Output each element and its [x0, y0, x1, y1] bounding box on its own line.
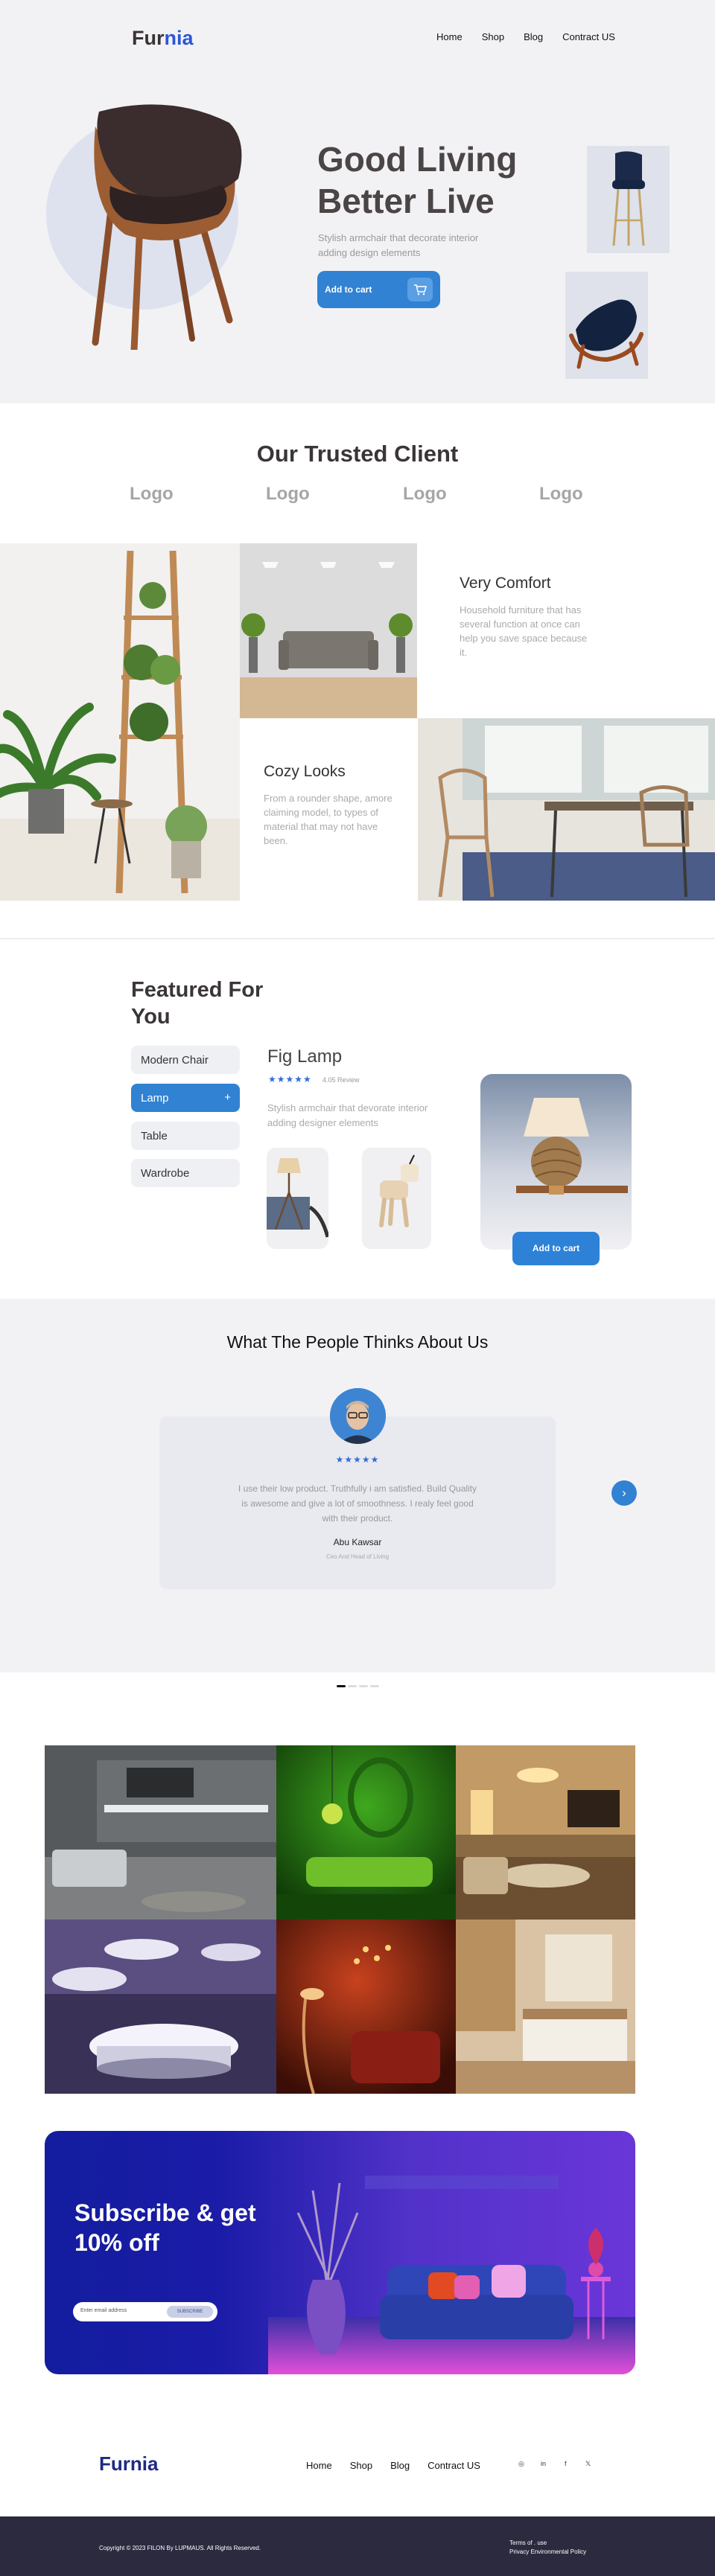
gallery-sofa-room-image [240, 543, 417, 718]
site-logo[interactable]: Furnia [132, 27, 194, 50]
rating-stars: ★★★★★ [268, 1074, 312, 1084]
barstool-image [612, 151, 645, 246]
plus-icon: + [224, 1091, 231, 1104]
featured-title-line-1: Featured For [131, 978, 264, 1002]
nav-home[interactable]: Home [436, 31, 463, 42]
hero-thumb-lounge-chair[interactable] [565, 272, 648, 379]
testimonial-name: Abu Kawsar [333, 1537, 382, 1547]
testimonial-stars: ★★★★★ [335, 1454, 380, 1465]
testimonial-role: Ceo And Head of Living [325, 1553, 390, 1560]
testimonial-quote: I use their low product. Truthfully i am… [238, 1483, 477, 1524]
grid-photo-green-room [276, 1745, 456, 1920]
hero-add-to-cart-button[interactable]: Add to cart [317, 271, 440, 308]
fig-lamp-image [516, 1098, 628, 1195]
feature-cozy-looks: Cozy Looks From a rounder shape, amore c… [264, 763, 401, 848]
client-logo: Logo [539, 484, 583, 504]
footer-nav-shop[interactable]: Shop [350, 2460, 372, 2471]
product-thumb-dog-lamp[interactable] [362, 1148, 431, 1249]
feature-text: From a rounder shape, amore claiming mod… [264, 793, 393, 846]
nav-contact[interactable]: Contract US [562, 31, 615, 42]
category-table[interactable]: Table [131, 1122, 240, 1150]
testimonials-title: What The People Thinks About Us [226, 1332, 489, 1352]
product-title: Fig Lamp [267, 1046, 343, 1067]
main-nav: Home Shop Blog Contract US [436, 31, 615, 42]
section-divider [0, 938, 715, 939]
hero-subtitle: Stylish armchair that decorate interior … [318, 232, 479, 258]
nav-shop[interactable]: Shop [482, 31, 504, 42]
trusted-title: Our Trusted Client [256, 441, 459, 467]
grid-photo-glow-tables [45, 1920, 276, 2094]
footer-logo[interactable]: Furnia [99, 2452, 158, 2476]
terms-link[interactable]: Terms of . use [509, 2539, 586, 2548]
headline-line-1: Good Living [317, 140, 518, 179]
carousel-dots [337, 1685, 379, 1687]
grid-photo-red-lamps [276, 1920, 456, 2094]
avatar [330, 1388, 386, 1444]
twitter-icon[interactable]: 𝕏 [585, 2460, 591, 2468]
client-logo: Logo [403, 484, 447, 504]
hero-headline: Good Living Better Live [317, 138, 517, 222]
featured-title: Featured For You [131, 977, 263, 1030]
gallery-plant-shelf-image [0, 543, 240, 901]
logo-part1: Fur [132, 27, 165, 49]
category-modern-chair[interactable]: Modern Chair [131, 1046, 240, 1074]
feature-very-comfort: Very Comfort Household furniture that ha… [460, 575, 594, 659]
footer-nav-blog[interactable]: Blog [390, 2460, 410, 2471]
hero-thumb-barstool[interactable] [587, 146, 670, 253]
hero-armchair-image [92, 104, 242, 350]
subscribe-sofa-image [268, 2176, 635, 2374]
product-hero-card[interactable] [480, 1074, 632, 1250]
privacy-link[interactable]: Privacy Environmental Policy [509, 2548, 586, 2557]
gallery-dining-room-image [418, 718, 715, 901]
footer-nav-contact[interactable]: Contract US [428, 2460, 480, 2471]
subscribe-title-line-1: Subscribe & get [74, 2199, 256, 2226]
dog-lamp-image [379, 1154, 419, 1227]
facebook-icon[interactable]: f [565, 2460, 567, 2467]
carousel-dot[interactable] [370, 1685, 379, 1687]
subscribe-banner: Subscribe & get 10% off Enter email addre… [45, 2131, 635, 2374]
grid-photo-warm-lounge [456, 1745, 635, 1920]
email-field[interactable]: Enter email address SUBSCRIBE [73, 2302, 217, 2321]
category-lamp[interactable]: Lamp + [131, 1084, 240, 1112]
copyright-text: Copyright © 2023 FILON By LUPMAUS. All R… [99, 2545, 261, 2551]
carousel-dot[interactable] [337, 1685, 346, 1687]
subscribe-button[interactable]: SUBSCRIBE [167, 2306, 213, 2318]
lounge-chair-image [569, 299, 644, 369]
carousel-dot[interactable] [359, 1685, 368, 1687]
floor-lamp-image [267, 1158, 330, 1238]
cart-icon [407, 278, 433, 301]
instagram-icon[interactable]: ◎ [518, 2460, 524, 2468]
linkedin-icon[interactable]: in [541, 2460, 546, 2467]
grid-photo-living-tv [45, 1745, 276, 1920]
product-description: Stylish armchair that devorate interior … [267, 1102, 428, 1128]
category-wardrobe[interactable]: Wardrobe [131, 1159, 240, 1187]
nav-blog[interactable]: Blog [524, 31, 543, 42]
product-thumb-floor-lamp[interactable] [267, 1148, 330, 1249]
subscribe-title: Subscribe & get 10% off [74, 2198, 256, 2257]
email-placeholder: Enter email address [80, 2308, 127, 2313]
grid-photo-bedroom [456, 1920, 635, 2094]
feature-title: Cozy Looks [264, 763, 346, 780]
review-count: 4.05 Review [322, 1076, 360, 1084]
product-add-to-cart-button[interactable]: Add to cart [512, 1232, 600, 1265]
featured-title-line-2: You [131, 1005, 171, 1029]
carousel-dot[interactable] [348, 1685, 357, 1687]
footer-nav-home[interactable]: Home [306, 2460, 332, 2471]
subscribe-title-line-2: 10% off [74, 2229, 159, 2256]
logo-part2: nia [164, 27, 194, 49]
cta-label: Add to cart [325, 284, 372, 295]
legal-links: Terms of . use Privacy Environmental Pol… [509, 2539, 586, 2557]
feature-title: Very Comfort [460, 575, 551, 592]
feature-text: Household furniture that has several fun… [460, 604, 588, 658]
client-logo: Logo [130, 484, 174, 504]
next-arrow-icon[interactable]: › [611, 1480, 637, 1506]
headline-line-2: Better Live [317, 182, 495, 220]
category-label: Lamp [141, 1092, 169, 1105]
footer-nav: Home Shop Blog Contract US [306, 2460, 480, 2471]
client-logo: Logo [266, 484, 310, 504]
